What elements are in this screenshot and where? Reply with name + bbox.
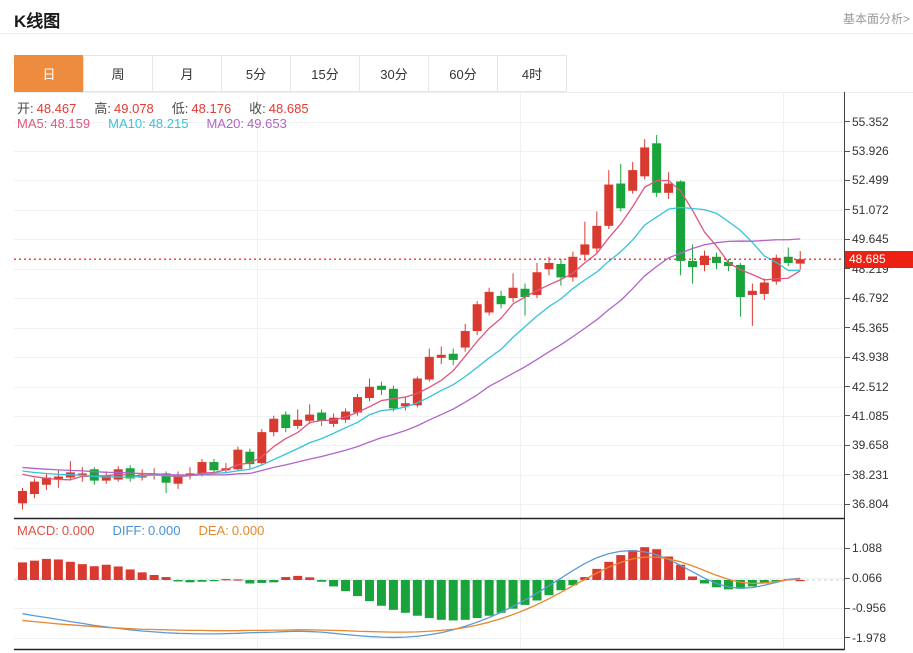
tab-4h[interactable]: 4时 — [497, 55, 567, 92]
main-y-tick: 55.352 — [845, 115, 889, 129]
kline-chart-canvas[interactable] — [14, 92, 845, 651]
tab-5min[interactable]: 5分 — [221, 55, 291, 92]
tab-30min[interactable]: 30分 — [359, 55, 429, 92]
macd-y-tick: 1.088 — [845, 541, 882, 555]
main-y-tick: 39.658 — [845, 438, 889, 452]
tab-60min[interactable]: 60分 — [428, 55, 498, 92]
tab-15min[interactable]: 15分 — [290, 55, 360, 92]
main-y-tick: 49.645 — [845, 232, 889, 246]
header-divider — [0, 33, 913, 34]
main-y-tick: 42.512 — [845, 380, 889, 394]
main-y-tick: 52.499 — [845, 173, 889, 187]
fundamental-analysis-link[interactable]: 基本面分析> — [843, 10, 910, 27]
main-y-tick: 45.365 — [845, 321, 889, 335]
macd-y-tick: -0.956 — [845, 601, 886, 615]
main-y-tick: 36.804 — [845, 497, 889, 511]
main-y-tick: 43.938 — [845, 350, 889, 364]
current-price-tag: 48.685 — [845, 250, 913, 268]
period-tab-bar: 日周月 5分 15分 30分 60分 4时 — [14, 55, 567, 92]
tab-week[interactable]: 周 — [83, 55, 153, 92]
tab-day[interactable]: 日 — [14, 55, 84, 92]
page-title: K线图 — [14, 12, 61, 31]
main-y-tick: 53.926 — [845, 144, 889, 158]
macd-y-tick: -1.978 — [845, 631, 886, 645]
main-y-tick: 46.792 — [845, 291, 889, 305]
main-y-tick: 38.231 — [845, 468, 889, 482]
macd-y-tick: 0.066 — [845, 571, 882, 585]
main-y-tick: 41.085 — [845, 409, 889, 423]
tab-month[interactable]: 月 — [152, 55, 222, 92]
main-y-tick: 51.072 — [845, 203, 889, 217]
